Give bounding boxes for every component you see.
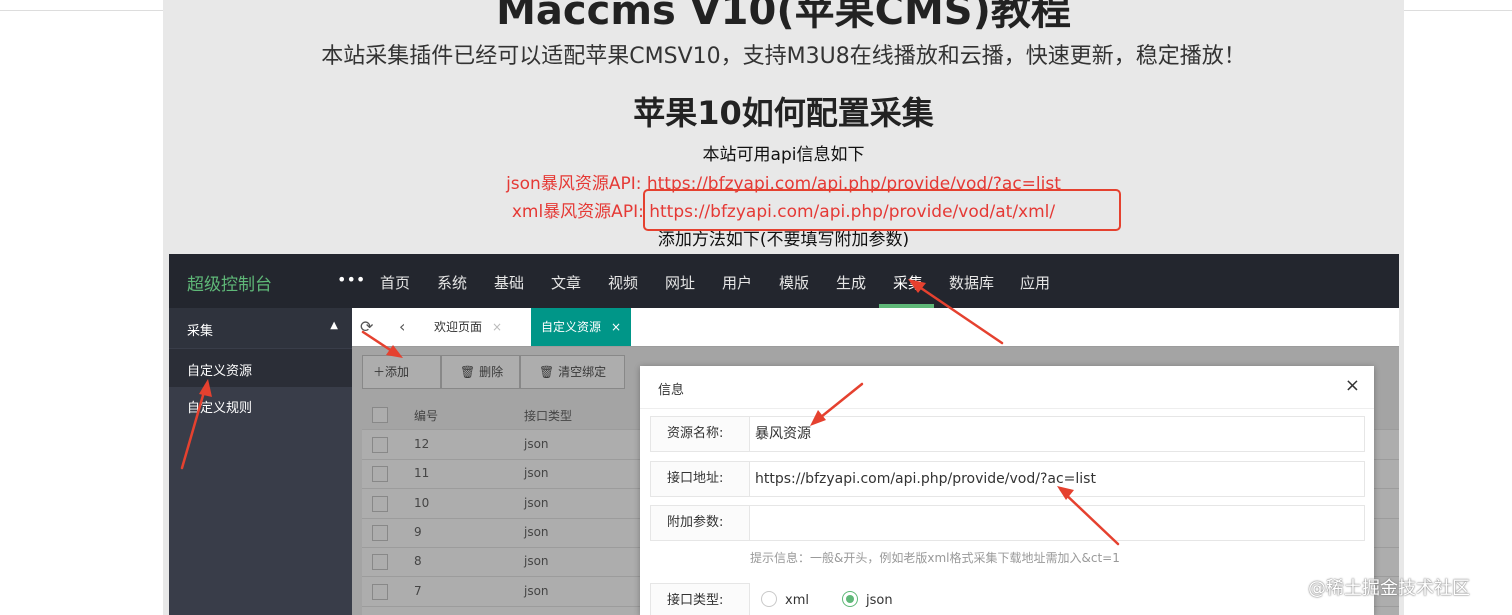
extra-params-label: 附加参数: — [650, 505, 750, 541]
close-icon[interactable]: × — [492, 320, 502, 334]
sidebar-item-label: 自定义规则 — [187, 401, 253, 416]
info-dialog: 信息 × 资源名称: 暴风资源 接口地址: https://bfzyapi.co… — [640, 366, 1374, 615]
api-url-input[interactable]: https://bfzyapi.com/api.php/provide/vod/… — [749, 461, 1365, 497]
sidebar: 采集 ▲ 自定义资源 自定义规则 — [169, 308, 352, 615]
watermark: @稀土掘金技术社区 — [1308, 578, 1470, 599]
article-title-partial: Maccms V10(苹果CMS)教程 — [496, 0, 1071, 34]
nav-item-generate[interactable]: 生成 — [836, 272, 866, 293]
tab-welcome[interactable]: 欢迎页面 × — [424, 308, 512, 346]
tab-label: 欢迎页面 — [434, 320, 483, 334]
tab-label: 自定义资源 — [541, 320, 602, 334]
nav-item-article[interactable]: 文章 — [551, 272, 581, 293]
article-heading: 苹果10如何配置采集 — [633, 94, 934, 132]
more-icon[interactable]: ••• — [337, 270, 365, 289]
sidebar-item-label: 自定义资源 — [187, 364, 253, 379]
sidebar-group-collect[interactable]: 采集 ▲ — [169, 308, 352, 348]
close-icon[interactable]: × — [1345, 375, 1360, 396]
radio-checked-icon — [842, 591, 858, 607]
sidebar-item-custom-rule[interactable]: 自定义规则 — [169, 386, 352, 424]
nav-item-home[interactable]: 首页 — [380, 272, 410, 293]
tab-custom-resource[interactable]: 自定义资源 × — [531, 308, 632, 346]
caret-up-icon: ▲ — [330, 320, 338, 331]
nav-item-template[interactable]: 模版 — [779, 272, 809, 293]
resource-name-label: 资源名称: — [650, 416, 750, 452]
extra-params-input[interactable] — [749, 505, 1365, 541]
radio-json[interactable]: json — [842, 591, 893, 608]
api-type-label: 接口类型: — [650, 583, 750, 615]
top-nav: 超级控制台 ••• 首页 系统 基础 文章 视频 网址 用户 模版 生成 采集 … — [169, 254, 1399, 308]
sidebar-item-custom-resource[interactable]: 自定义资源 — [169, 349, 352, 387]
radio-circle-icon — [761, 591, 777, 607]
close-icon[interactable]: × — [611, 320, 621, 334]
admin-screenshot: 超级控制台 ••• 首页 系统 基础 文章 视频 网址 用户 模版 生成 采集 … — [169, 254, 1399, 615]
nav-item-video[interactable]: 视频 — [608, 272, 638, 293]
nav-item-system[interactable]: 系统 — [437, 272, 467, 293]
dialog-title: 信息 — [658, 383, 685, 398]
nav-item-collect[interactable]: 采集 — [893, 272, 923, 293]
resource-name-input[interactable]: 暴风资源 — [749, 416, 1365, 452]
api-intro-text: 本站可用api信息如下 — [702, 145, 865, 165]
article-subtitle: 本站采集插件已经可以适配苹果CMSV10，支持M3U8在线播放和云播，快速更新，… — [321, 44, 1246, 69]
nav-item-apps[interactable]: 应用 — [1020, 272, 1050, 293]
brand-logo[interactable]: 超级控制台 — [187, 270, 272, 295]
nav-item-basic[interactable]: 基础 — [494, 272, 524, 293]
annotation-highlight-box — [643, 189, 1121, 231]
chevron-left-icon[interactable]: ‹ — [399, 317, 405, 336]
nav-item-url[interactable]: 网址 — [665, 272, 695, 293]
nav-item-database[interactable]: 数据库 — [949, 272, 994, 293]
nav-item-user[interactable]: 用户 — [722, 272, 752, 293]
hint-text: 提示信息：一般&开头，例如老版xml格式采集下载地址需加入&ct=1 — [750, 551, 1120, 565]
api-url-label: 接口地址: — [650, 461, 750, 497]
dialog-title-bar: 信息 × — [640, 366, 1374, 409]
refresh-icon[interactable]: ⟳ — [360, 317, 373, 336]
sidebar-group-label: 采集 — [187, 324, 214, 339]
tab-bar: ⟳ ‹ 欢迎页面 × 自定义资源 × — [352, 308, 1399, 347]
radio-xml[interactable]: xml — [761, 591, 809, 608]
